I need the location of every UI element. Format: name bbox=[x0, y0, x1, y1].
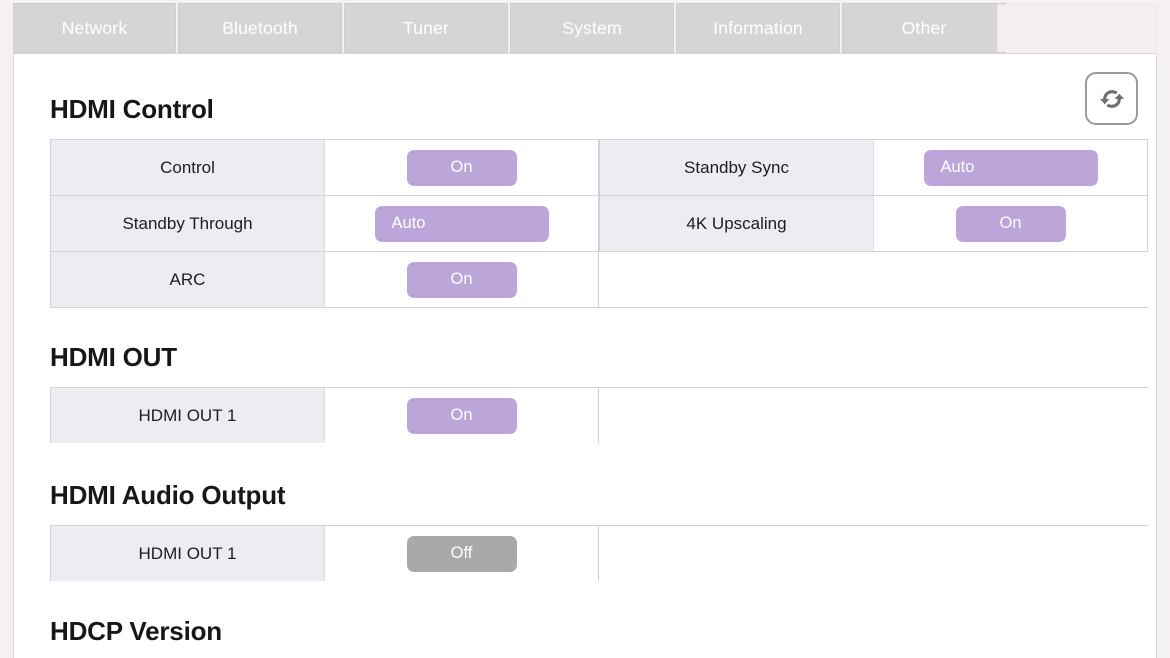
hdmi-out-1-button[interactable]: On bbox=[406, 397, 517, 434]
row-label: 4K Upscaling bbox=[599, 196, 874, 251]
tab-system[interactable]: System bbox=[510, 3, 674, 53]
row-half-right: Standby Sync Auto bbox=[599, 140, 1148, 195]
tab-bar-filler bbox=[997, 4, 1157, 52]
tab-other-label: Other bbox=[901, 17, 947, 38]
tab-information-label: Information bbox=[713, 17, 803, 38]
row-value: On bbox=[325, 140, 599, 195]
tab-system-label: System bbox=[562, 17, 622, 38]
row-half-left: Control On bbox=[50, 140, 599, 195]
tab-tuner-label: Tuner bbox=[402, 17, 450, 38]
refresh-icon bbox=[1097, 84, 1127, 114]
settings-screen: Network Bluetooth Tuner System Informati… bbox=[0, 0, 1170, 658]
refresh-button[interactable] bbox=[1085, 72, 1138, 125]
section-title-hdcp-version: HDCP Version bbox=[50, 616, 222, 646]
section-title-hdmi-audio-output: HDMI Audio Output bbox=[50, 480, 286, 510]
hdmi-audio-output-table: HDMI OUT 1 Off bbox=[50, 525, 1148, 581]
control-toggle-button[interactable]: On bbox=[406, 149, 517, 186]
row-label: Standby Through bbox=[50, 196, 325, 251]
tab-tuner[interactable]: Tuner bbox=[344, 3, 508, 53]
tab-bar: Network Bluetooth Tuner System Informati… bbox=[13, 3, 1006, 53]
row-half-right: 4K Upscaling On bbox=[599, 196, 1148, 251]
section-title-hdmi-control: HDMI Control bbox=[50, 94, 214, 124]
row-label: Control bbox=[50, 140, 325, 195]
row-half-right-empty bbox=[599, 252, 1148, 307]
row-label: Standby Sync bbox=[599, 140, 874, 195]
row-label: ARC bbox=[50, 252, 325, 307]
section-title-hdmi-out: HDMI OUT bbox=[50, 342, 177, 372]
row-value: Auto bbox=[874, 140, 1148, 195]
row-value: On bbox=[325, 388, 599, 443]
row-label: HDMI OUT 1 bbox=[50, 388, 325, 443]
tab-bluetooth-label: Bluetooth bbox=[222, 17, 298, 38]
tab-network-label: Network bbox=[61, 17, 128, 38]
row-half-right-empty bbox=[599, 526, 1148, 581]
tab-other[interactable]: Other bbox=[842, 3, 1006, 53]
row-value: Auto bbox=[325, 196, 599, 251]
row-half-right-empty bbox=[599, 388, 1148, 443]
4k-upscaling-button[interactable]: On bbox=[955, 205, 1066, 242]
table-row: HDMI OUT 1 On bbox=[50, 387, 1148, 443]
row-half-left: ARC On bbox=[50, 252, 599, 307]
hdmi-control-table: Control On Standby Sync Auto Standby Thr… bbox=[50, 139, 1148, 308]
arc-toggle-button[interactable]: On bbox=[406, 261, 517, 298]
hdmi-audio-out-1-button[interactable]: Off bbox=[406, 535, 517, 572]
row-value: On bbox=[874, 196, 1148, 251]
content-panel: HDMI Control Control On Standby Sync Aut… bbox=[13, 53, 1157, 658]
hdmi-out-table: HDMI OUT 1 On bbox=[50, 387, 1148, 443]
standby-sync-button[interactable]: Auto bbox=[923, 149, 1098, 186]
row-value: On bbox=[325, 252, 599, 307]
tab-network[interactable]: Network bbox=[13, 3, 176, 53]
table-row: ARC On bbox=[50, 251, 1148, 308]
row-half-left: HDMI OUT 1 On bbox=[50, 388, 599, 443]
table-row: Standby Through Auto 4K Upscaling On bbox=[50, 195, 1148, 251]
tab-information[interactable]: Information bbox=[676, 3, 840, 53]
standby-through-button[interactable]: Auto bbox=[374, 205, 549, 242]
table-row: HDMI OUT 1 Off bbox=[50, 525, 1148, 581]
row-half-left: Standby Through Auto bbox=[50, 196, 599, 251]
table-row: Control On Standby Sync Auto bbox=[50, 139, 1148, 195]
row-half-left: HDMI OUT 1 Off bbox=[50, 526, 599, 581]
row-value: Off bbox=[325, 526, 599, 581]
tab-bluetooth[interactable]: Bluetooth bbox=[178, 3, 342, 53]
row-label: HDMI OUT 1 bbox=[50, 526, 325, 581]
